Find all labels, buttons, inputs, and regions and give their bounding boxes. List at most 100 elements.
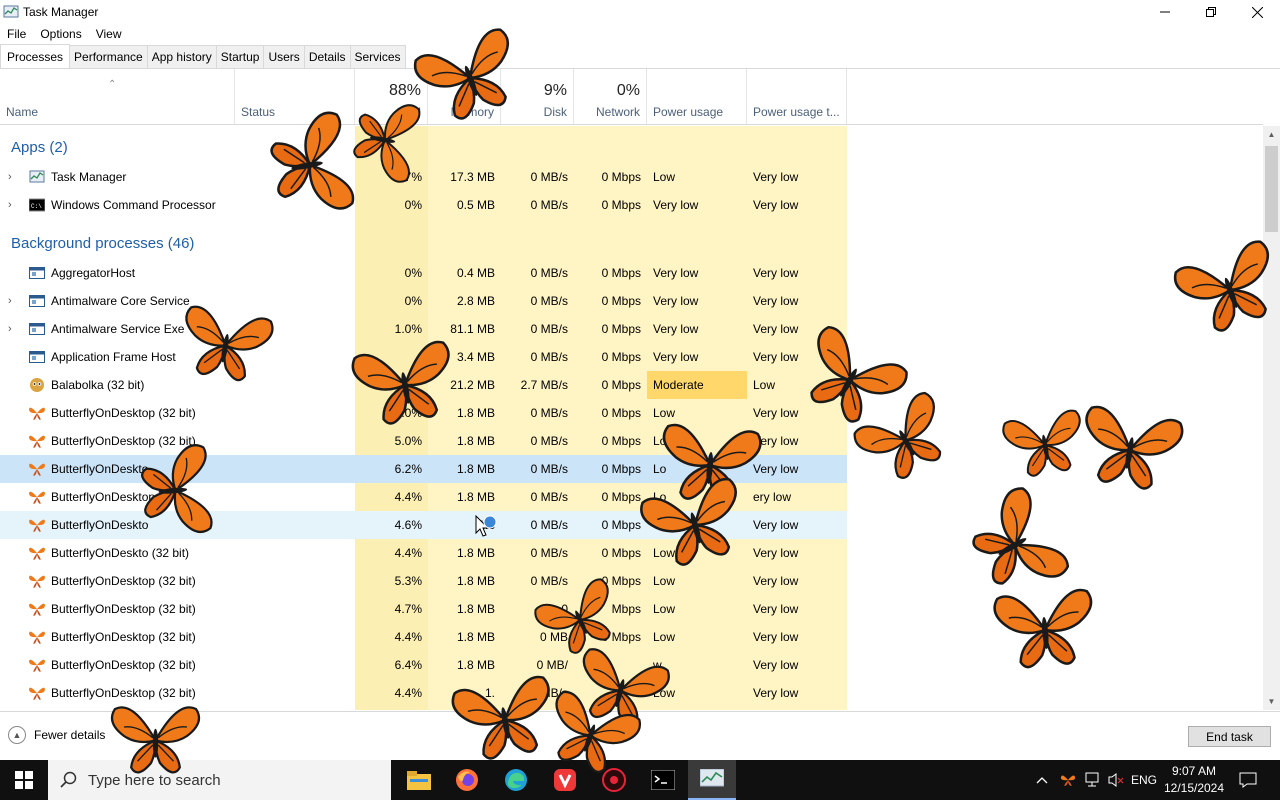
process-row[interactable]: ButterflyOnDesktop (32 bit) 4.7% 1.8 MB 0 Mb…	[0, 595, 847, 623]
cell-net: 0 Mbps	[601, 266, 641, 280]
service-icon	[29, 351, 45, 363]
cell-power: Low	[653, 630, 676, 644]
tray-butterfly[interactable]	[1057, 760, 1079, 800]
col-power-trend[interactable]: Power usage t...	[747, 69, 847, 124]
tab-app-history[interactable]: App history	[146, 45, 217, 68]
tray-network[interactable]	[1081, 760, 1103, 800]
taskbar-file-explorer[interactable]	[395, 760, 443, 800]
vertical-scrollbar[interactable]: ▲ ▼	[1263, 126, 1280, 710]
expand-chevron-icon[interactable]: ›	[8, 287, 18, 315]
process-name: ButterflyOnDeskto	[51, 518, 149, 532]
taskbar-task-manager[interactable]	[688, 760, 736, 800]
network-icon	[1085, 772, 1099, 787]
butterfly-sprite	[1085, 405, 1184, 490]
cell-power: Very low	[653, 350, 699, 364]
service-icon	[29, 295, 45, 307]
butterfly-icon	[29, 519, 45, 532]
title-bar[interactable]: Task Manager	[0, 0, 1280, 24]
scroll-thumb[interactable]	[1265, 146, 1278, 232]
close-button[interactable]	[1234, 0, 1280, 24]
cell-cpu: 4.4%	[394, 490, 422, 504]
cell-net: 0 Mbps	[601, 350, 641, 364]
cell-mem: 1.8 MB	[456, 462, 495, 476]
svg-text:C:\: C:\	[31, 203, 42, 210]
group-header-apps[interactable]: Apps (2)	[11, 133, 68, 161]
service-icon	[29, 267, 45, 279]
cell-trend: Very low	[753, 686, 799, 700]
cell-cpu: 4.4%	[394, 686, 422, 700]
menu-options[interactable]: Options	[33, 27, 88, 41]
minimize-button[interactable]	[1142, 0, 1188, 24]
butterfly-icon	[29, 659, 45, 672]
process-row[interactable]: › C:\ Windows Command Processor 0% 0.5 MB 0 M…	[0, 191, 847, 219]
tab-performance[interactable]: Performance	[69, 45, 148, 68]
cell-mem: 0.5 MB	[456, 198, 495, 212]
process-name: Application Frame Host	[51, 350, 176, 364]
tray-volume[interactable]	[1105, 760, 1127, 800]
process-name: ButterflyOnDeskto (32 bit)	[51, 546, 190, 560]
cell-disk: 0 MB/s	[530, 350, 568, 364]
cell-mem: 1.8 MB	[456, 490, 495, 504]
col-disk-label: Disk	[543, 105, 567, 119]
maximize-button[interactable]	[1188, 0, 1234, 24]
process-name: ButterflyOnDesktop (32 bit)	[51, 406, 196, 420]
cell-trend: Very low	[753, 518, 799, 532]
process-row[interactable]: ›Task Manager2.7%17.3 MB0 MB/s0 MbpsLowV…	[0, 163, 847, 191]
scroll-up-icon[interactable]: ▲	[1263, 126, 1280, 143]
expand-chevron-icon[interactable]: ›	[8, 315, 18, 343]
process-row[interactable]: ButterflyOnDesktop (32 bit) 5.3% 1.8 MB 0 M…	[0, 567, 847, 595]
process-name: Balabolka (32 bit)	[51, 378, 145, 392]
col-power-trend-label: Power usage t...	[753, 105, 840, 119]
cell-trend: Very low	[753, 170, 799, 184]
expand-chevron-icon[interactable]: ›	[8, 191, 18, 219]
tab-users[interactable]: Users	[263, 45, 305, 68]
task-manager-icon	[29, 170, 45, 183]
tab-processes[interactable]: Processes	[0, 44, 71, 68]
process-row[interactable]: › Antimalware Core Service 0% 2.8 MB 0 MB/s 0…	[0, 287, 847, 315]
menu-file[interactable]: File	[0, 27, 33, 41]
process-row[interactable]: ButterflyOnDesktop (32 bit) 6.4% 1.8 MB 0 M…	[0, 651, 847, 679]
expand-chevron-icon[interactable]: ›	[8, 163, 18, 191]
col-network[interactable]: 0% Network	[574, 69, 647, 124]
clock-time: 9:07 AM	[1171, 764, 1217, 778]
taskbar-search[interactable]: Type here to search	[48, 760, 391, 800]
cell-disk: 0 MB/s	[530, 266, 568, 280]
fewer-details-button[interactable]: ▲ Fewer details	[8, 726, 105, 744]
tab-services[interactable]: Services	[349, 45, 406, 68]
butterfly-sprite	[351, 340, 450, 425]
tray-clock[interactable]: 9:07 AM 12/15/2024	[1158, 763, 1230, 797]
tray-language[interactable]: ENG	[1130, 760, 1158, 800]
start-button[interactable]	[0, 760, 48, 800]
cell-mem: 1.8 MB	[456, 546, 495, 560]
clock-date: 12/15/2024	[1163, 781, 1225, 795]
cell-mem: 1.8 MB	[456, 602, 495, 616]
tab-details[interactable]: Details	[303, 45, 351, 68]
end-task-button[interactable]: End task	[1188, 726, 1271, 747]
tray-overflow-button[interactable]	[1032, 760, 1052, 800]
tray-notifications[interactable]	[1234, 760, 1262, 800]
process-row[interactable]: AggregatorHost 0% 0.4 MB 0 MB/s 0 Mbps Very l…	[0, 259, 847, 287]
task-manager-screen: Task Manager File Options View Processes…	[0, 0, 1280, 800]
menu-bar: File Options View	[0, 24, 129, 44]
butterfly-icon	[29, 407, 45, 420]
cell-disk: 0 MB/s	[530, 294, 568, 308]
column-header: ⌃ Name Status 88% CPU 49% Memory 9% Disk…	[0, 69, 1263, 125]
cell-cpu: 6.4%	[394, 658, 422, 672]
group-header-background[interactable]: Background processes (46)	[11, 229, 194, 257]
scroll-down-icon[interactable]: ▼	[1263, 693, 1280, 710]
tab-startup[interactable]: Startup	[215, 45, 265, 68]
network-total: 0%	[616, 82, 640, 99]
butterfly-icon	[29, 547, 45, 560]
taskbar-terminal[interactable]	[639, 760, 687, 800]
cell-cpu: 0%	[404, 266, 422, 280]
process-row[interactable]: ButterflyOnDesktop (32 bit) 4.4% 1.8 MB 0 M…	[0, 623, 847, 651]
cell-cpu: 4.6%	[394, 518, 422, 532]
col-name[interactable]: Name	[0, 69, 235, 124]
col-network-label: Network	[595, 105, 640, 119]
cell-net: 0 Mbps	[601, 434, 641, 448]
col-power[interactable]: Power usage	[647, 69, 747, 124]
busy-cursor-icon	[475, 515, 497, 537]
menu-view[interactable]: View	[89, 27, 129, 41]
cell-cpu: 0%	[404, 198, 422, 212]
cell-power: Low	[653, 602, 676, 616]
